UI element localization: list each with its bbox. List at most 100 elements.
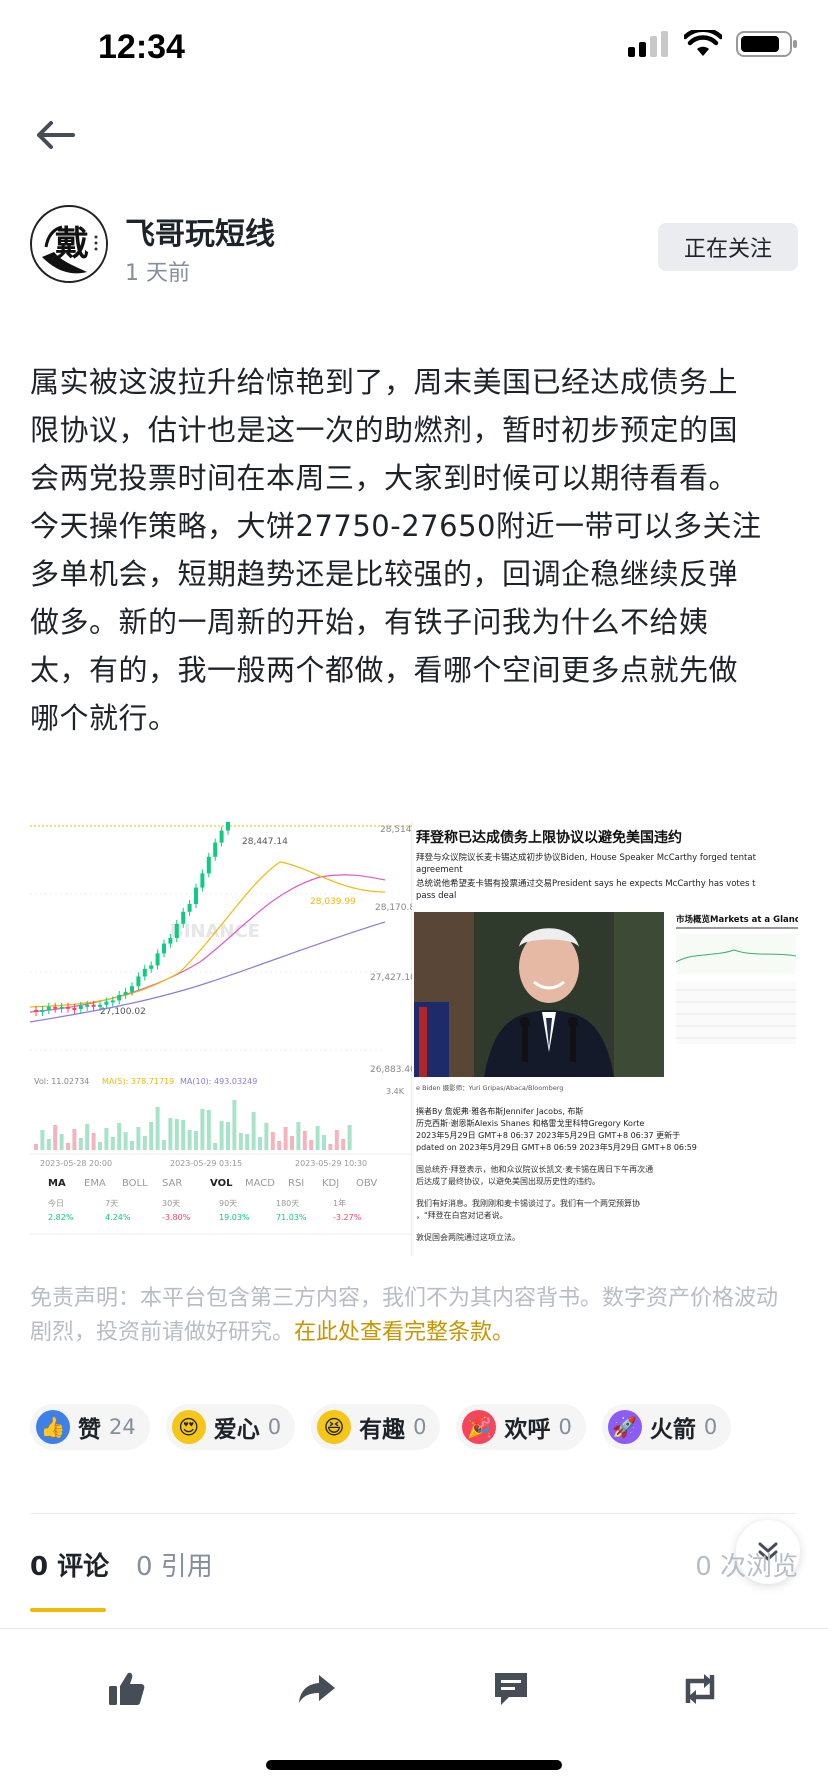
volume-bar: [309, 1140, 314, 1150]
candle-body: [123, 991, 128, 995]
svg-text:BOLL: BOLL: [122, 1178, 148, 1189]
candle-body: [213, 842, 218, 857]
volume-bar: [104, 1128, 109, 1150]
status-time: 12:34: [98, 28, 185, 66]
candle-body: [72, 1008, 77, 1010]
period-label: 今日: [48, 1198, 64, 1208]
volume-bar: [187, 1130, 192, 1150]
share-button[interactable]: [293, 1665, 341, 1713]
svg-text:国总统乔·拜登表示，他和众议院议长凯文·麦卡锡在周日下午再次: 国总统乔·拜登表示，他和众议院议长凯文·麦卡锡在周日下午再次通: [416, 1164, 653, 1174]
candle-body: [104, 1001, 109, 1005]
svg-text:我们有好消息。我刚刚和麦卡锡谈过了。我们有一个两党预算协: 我们有好消息。我刚刚和麦卡锡谈过了。我们有一个两党预算协: [416, 1198, 640, 1208]
post-line: 限协议，估计也是这一次的助燃剂，暂时初步预定的国: [30, 413, 739, 447]
period-value: 4.24%: [105, 1213, 131, 1222]
candle-body: [206, 856, 211, 874]
period-value: 71.03%: [276, 1213, 307, 1222]
arrow-left-icon: [37, 121, 75, 149]
candle-body: [53, 1006, 58, 1009]
reaction-cheer[interactable]: 🎉 欢呼 0: [456, 1404, 586, 1450]
volume-bar: [206, 1110, 211, 1150]
candle-body: [110, 1000, 115, 1003]
volume-bar: [245, 1134, 250, 1150]
candle-body: [130, 986, 134, 992]
comment-icon: [495, 1673, 527, 1705]
post-line: 今天操作策略，大饼27750-27650附近一带可以多关注: [30, 509, 762, 543]
volume-bar: [322, 1135, 326, 1150]
svg-text:MACD: MACD: [245, 1178, 275, 1189]
back-button[interactable]: [30, 110, 80, 160]
candle-body: [117, 995, 122, 1001]
reaction-rocket[interactable]: 🚀 火箭 0: [601, 1404, 732, 1450]
news-screenshot[interactable]: 拜登称已达成债务上限协议以避免美国违约 拜登与众议院议长麦卡锡达成初步协议Bid…: [414, 822, 798, 1256]
svg-text:戴: 戴: [55, 224, 89, 264]
volume-bar: [232, 1100, 237, 1150]
svg-text:2023年5月29日 GMT+8 06:37 2023年5月: 2023年5月29日 GMT+8 06:37 2023年5月29日 GMT+8 …: [416, 1130, 680, 1140]
battery-icon: [736, 31, 797, 57]
share-arrow-icon: [299, 1675, 335, 1703]
volume-bar: [302, 1131, 307, 1150]
svg-text:拜登与众议院议长麦卡锡达成初步协议Biden, House: 拜登与众议院议长麦卡锡达成初步协议Biden, House Speaker Mc…: [416, 852, 757, 863]
post-line: 太，有的，我一般两个都做，看哪个空间更多点就先做: [30, 653, 739, 687]
post-images[interactable]: BINANCE 28,514.49 28,170.80 27,427.10 26…: [30, 822, 798, 1256]
volume-bar: [270, 1132, 275, 1150]
reaction-like[interactable]: 👍 赞 24: [30, 1404, 150, 1450]
chart-screenshot[interactable]: BINANCE 28,514.49 28,170.80 27,427.10 26…: [30, 822, 426, 1256]
author-name[interactable]: 飞哥玩短线: [125, 209, 275, 253]
post-line: 会两党投票时间在本周三，大家到时候可以期待看看。: [30, 461, 739, 495]
avatar[interactable]: 戴: [30, 205, 108, 283]
volume-bar: [341, 1139, 346, 1150]
post-line: 做多。新的一周新的开始，有铁子问我为什么不给姨: [30, 605, 709, 639]
svg-text:拜登称已达成债务上限协议以避免美国违约: 拜登称已达成债务上限协议以避免美国违约: [416, 829, 682, 846]
repost-button[interactable]: [676, 1665, 724, 1713]
volume-bar: [296, 1122, 301, 1150]
volume-bar: [238, 1133, 243, 1150]
comment-button[interactable]: [487, 1665, 535, 1713]
divider: [30, 1513, 798, 1514]
svg-text:agreement: agreement: [416, 865, 463, 875]
period-value: 2.82%: [48, 1213, 74, 1222]
volume-bar: [162, 1140, 166, 1150]
svg-text:2023-05-29 10:30: 2023-05-29 10:30: [295, 1159, 367, 1168]
volume-bar: [264, 1123, 269, 1150]
candle-body: [142, 968, 147, 977]
reaction-funny[interactable]: 😆 有趣 0: [311, 1404, 441, 1450]
reaction-label: 赞: [78, 1417, 101, 1443]
reaction-label: 欢呼: [504, 1417, 551, 1443]
like-button[interactable]: [103, 1665, 151, 1713]
svg-text:27,427.10: 27,427.10: [370, 973, 412, 983]
reaction-count: 24: [109, 1415, 136, 1439]
svg-text:pass deal: pass deal: [416, 891, 456, 901]
reaction-count: 0: [703, 1415, 718, 1439]
candle-body: [181, 911, 186, 924]
post-time: 1 天前: [125, 261, 190, 286]
volume-bar: [181, 1120, 186, 1150]
volume-bar: [46, 1139, 51, 1150]
active-tab-indicator: [30, 1608, 106, 1612]
candle-body: [174, 923, 179, 938]
volume-bar: [91, 1133, 96, 1150]
terms-link[interactable]: 在此处查看完整条款。: [294, 1320, 514, 1345]
volume-bar: [251, 1112, 256, 1150]
following-button[interactable]: 正在关注: [658, 223, 798, 271]
svg-text:，"拜登在白宫对记者说。: ，"拜登在白宫对记者说。: [416, 1210, 508, 1220]
candle-body: [219, 830, 224, 843]
volume-bar: [53, 1125, 58, 1150]
volume-bar: [315, 1126, 320, 1150]
home-indicator: [266, 1760, 562, 1770]
candle-body: [149, 965, 154, 969]
candle-body: [200, 873, 205, 888]
candle-body: [91, 1004, 96, 1007]
reaction-love[interactable]: 😍 爱心 0: [165, 1404, 296, 1450]
candle-body: [168, 938, 173, 944]
volume-bar: [290, 1136, 294, 1150]
svg-text:MA(5): 378.71719: MA(5): 378.71719: [102, 1077, 174, 1086]
candlestick-chart: BINANCE 28,514.49 28,170.80 27,427.10 26…: [30, 822, 426, 1235]
thumbs-up-icon: 👍: [36, 1410, 70, 1444]
volume-bar: [110, 1137, 115, 1150]
period-value: -3.80%: [162, 1213, 191, 1222]
post-line: 哪个就行。: [30, 701, 178, 735]
disclaimer: 免责声明：本平台包含第三方内容，我们不为其内容背书。数字资产价格波动剧烈，投资前…: [30, 1282, 798, 1350]
candle-body: [78, 1005, 83, 1009]
tab-quotes[interactable]: 0 引用: [136, 1546, 213, 1583]
tab-comments[interactable]: 0 评论: [30, 1546, 109, 1583]
